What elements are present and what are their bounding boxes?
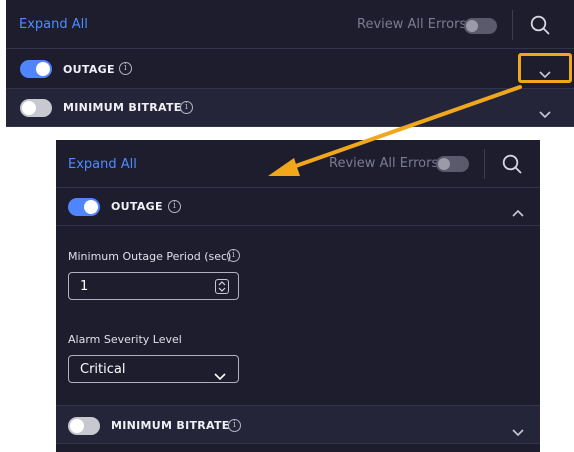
info-icon[interactable]: i [168, 200, 181, 213]
section-title: MINIMUM BITRATE [111, 419, 230, 432]
outage-settings: Minimum Outage Period (sec) i 1 Alarm Se… [56, 226, 540, 406]
expanded-panel: Expand All Review All Errors OUTAGE i Mi… [56, 140, 540, 452]
toolbar: Expand All Review All Errors [56, 140, 540, 188]
section-title: OUTAGE [111, 200, 163, 213]
section-minimum-bitrate[interactable]: MINIMUM BITRATE i [6, 89, 574, 127]
review-all-errors-label: Review All Errors [329, 156, 439, 171]
section-outage[interactable]: OUTAGE i [6, 49, 574, 89]
min-outage-period-label: Minimum Outage Period (sec) [68, 250, 232, 263]
section-title: MINIMUM BITRATE [63, 101, 182, 114]
info-icon[interactable]: i [227, 249, 240, 262]
alarm-severity-label: Alarm Severity Level [68, 333, 182, 346]
chevron-down-icon[interactable] [539, 104, 551, 123]
review-all-errors-toggle[interactable] [436, 156, 469, 172]
collapsed-panel: Expand All Review All Errors OUTAGE i MI… [6, 0, 574, 127]
info-icon[interactable]: i [228, 419, 241, 432]
callout-highlight [518, 53, 572, 83]
chevron-down-icon [214, 366, 226, 385]
min-outage-period-input[interactable]: 1 [68, 272, 239, 300]
select-value: Critical [80, 362, 126, 377]
toolbar: Expand All Review All Errors [6, 0, 574, 49]
alarm-severity-select[interactable]: Critical [68, 355, 239, 383]
section-outage[interactable]: OUTAGE i [56, 188, 540, 226]
review-all-errors-label: Review All Errors [357, 17, 467, 32]
info-icon[interactable]: i [180, 101, 193, 114]
info-icon[interactable]: i [119, 62, 132, 75]
stepper-icon[interactable] [215, 279, 229, 294]
search-icon[interactable] [502, 154, 522, 178]
outage-toggle[interactable] [68, 198, 100, 216]
minimum-bitrate-toggle[interactable] [68, 417, 100, 435]
section-minimum-bitrate[interactable]: MINIMUM BITRATE i [56, 406, 540, 444]
expand-all-link[interactable]: Expand All [68, 157, 137, 172]
chevron-up-icon[interactable] [512, 202, 524, 221]
toolbar-divider [512, 10, 513, 40]
toolbar-divider [484, 149, 485, 179]
input-value: 1 [80, 279, 89, 294]
section-title: OUTAGE [63, 63, 115, 76]
outage-toggle[interactable] [20, 60, 52, 78]
chevron-down-icon[interactable] [512, 422, 524, 441]
review-all-errors-toggle[interactable] [464, 18, 497, 34]
minimum-bitrate-toggle[interactable] [20, 99, 52, 117]
expand-all-link[interactable]: Expand All [19, 17, 88, 32]
search-icon[interactable] [530, 15, 550, 39]
